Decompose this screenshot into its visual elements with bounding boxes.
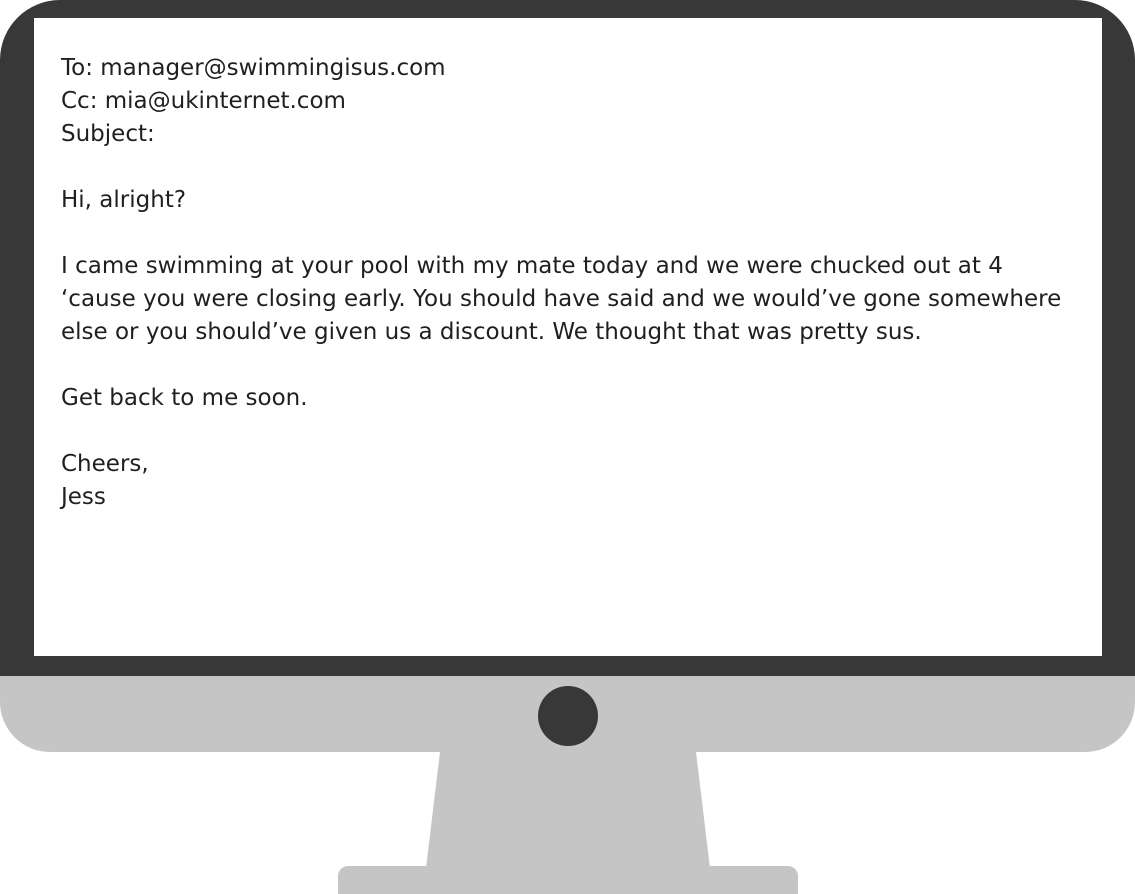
email-greeting: Hi, alright? [61,187,187,213]
monitor-stand-base [338,866,798,894]
sign-off: Cheers, [61,451,149,477]
subject-field: Subject: [61,121,155,147]
to-field: To: manager@swimmingisus.com [61,55,446,81]
email-header: To: manager@swimmingisus.com Cc: mia@uki… [61,52,1102,151]
monitor-button-icon [538,686,598,746]
email-signoff: Cheers, Jess [61,448,1102,514]
email-body: I came swimming at your pool with my mat… [61,253,1062,345]
email-closing-request: Get back to me soon. [61,385,308,411]
signature: Jess [61,484,106,510]
computer-monitor: To: manager@swimmingisus.com Cc: mia@uki… [0,0,1135,752]
cc-field: Cc: mia@ukinternet.com [61,88,346,114]
email-screen: To: manager@swimmingisus.com Cc: mia@uki… [34,18,1102,656]
monitor-stand-neck [426,752,710,868]
